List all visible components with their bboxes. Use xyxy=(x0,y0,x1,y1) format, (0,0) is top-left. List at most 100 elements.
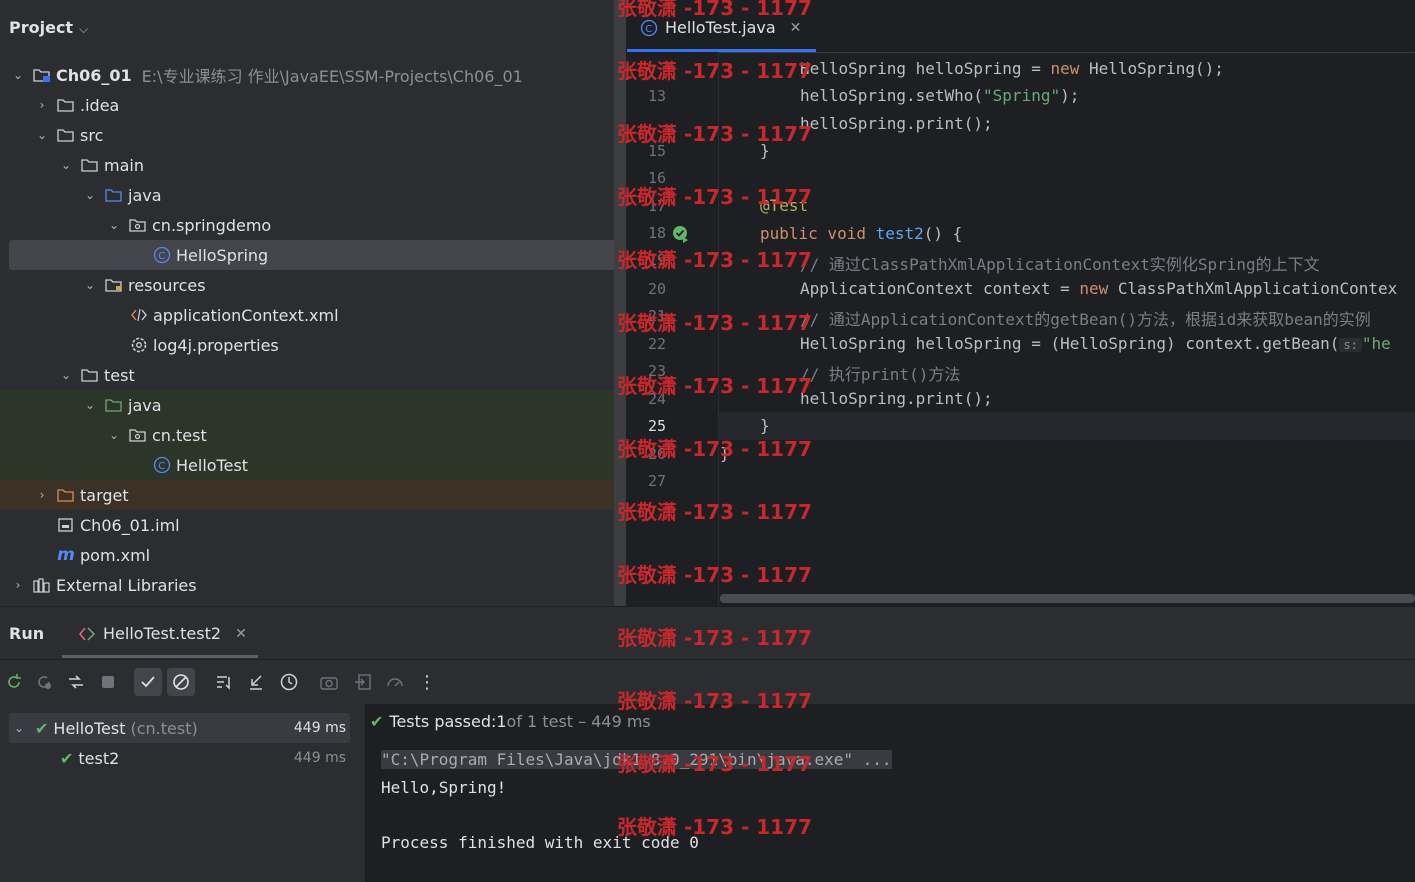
tree-row-main-java[interactable]: ⌄ java xyxy=(0,180,614,210)
code-comment: // 通过ApplicationContext的getBean()方法，根据id… xyxy=(800,310,1371,329)
tree-label: test xyxy=(104,365,135,385)
history-icon[interactable] xyxy=(275,668,303,696)
tree-row-cn-springdemo[interactable]: ⌄ cn.springdemo xyxy=(0,210,614,240)
chevron-right-icon: › xyxy=(15,578,21,592)
test-row-hellotest[interactable]: ⌄ ✔ HelloTest (cn.test) 449 ms xyxy=(9,713,350,743)
library-icon xyxy=(33,576,51,594)
tree-row-applicationcontext[interactable]: applicationContext.xml xyxy=(0,300,614,330)
test-config-icon xyxy=(78,626,96,642)
tree-row-log4j[interactable]: log4j.properties xyxy=(0,330,614,360)
watermark: 张敬潇 -173 - 1177 xyxy=(617,689,812,713)
watermark: 张敬潇 -173 - 1177 xyxy=(617,437,812,461)
resources-folder-icon xyxy=(105,276,123,294)
watermark: 张敬潇 -173 - 1177 xyxy=(617,626,812,650)
watermark: 张敬潇 -173 - 1177 xyxy=(617,374,812,398)
tree-row-root[interactable]: ⌄ Ch06_01 E:\专业课练习 作业\JavaEE\SSM-Project… xyxy=(0,60,614,90)
collapse-icon[interactable] xyxy=(242,668,270,696)
svg-text:C: C xyxy=(645,24,652,35)
tree-label: applicationContext.xml xyxy=(153,305,339,325)
tree-label: cn.test xyxy=(152,425,207,445)
class-icon: C xyxy=(153,456,171,474)
rerun-icon[interactable] xyxy=(0,668,28,696)
watermark: 张敬潇 -173 - 1177 xyxy=(617,500,812,524)
watermark: 张敬潇 -173 - 1177 xyxy=(617,815,812,839)
watermark: 张敬潇 -173 - 1177 xyxy=(617,185,812,209)
coverage-icon[interactable] xyxy=(381,668,409,696)
chevron-right-icon: › xyxy=(39,488,45,502)
sort-icon[interactable] xyxy=(210,668,238,696)
run-title: Run xyxy=(9,624,45,643)
tree-row-idea[interactable]: › .idea xyxy=(0,90,614,120)
chevron-down-icon: ⌄ xyxy=(12,68,24,82)
test-name: HelloTest xyxy=(53,718,126,738)
show-ignored-icon[interactable] xyxy=(167,668,195,696)
tree-row-hellospring[interactable]: C HelloSpring xyxy=(9,240,614,270)
excluded-folder-icon xyxy=(57,486,75,504)
chevron-down-icon: ⌄ xyxy=(108,428,120,442)
console-output[interactable]: ✔ Tests passed: 1 of 1 test – 449 ms "C:… xyxy=(366,704,1415,882)
toggle-auto-test-icon[interactable] xyxy=(62,668,90,696)
watermark: 张敬潇 -173 - 1177 xyxy=(617,122,812,146)
camera-icon[interactable] xyxy=(315,668,343,696)
tree-label: Ch06_01.iml xyxy=(80,515,180,535)
import-icon[interactable] xyxy=(349,668,377,696)
chevron-down-icon: ⌄ xyxy=(84,278,96,292)
check-icon: ✔ xyxy=(60,748,74,768)
tree-row-test-java[interactable]: ⌄ java xyxy=(0,390,614,420)
close-icon[interactable]: ✕ xyxy=(235,626,247,642)
test-package: (cn.test) xyxy=(130,718,198,738)
more-options-icon[interactable]: ⋮ xyxy=(413,668,441,696)
chevron-down-icon: ⌄ xyxy=(13,721,25,735)
watermark: 张敬潇 -173 - 1177 xyxy=(617,563,812,587)
tree-row-external-libraries[interactable]: › External Libraries xyxy=(0,570,614,600)
package-icon xyxy=(129,216,147,234)
tree-label: log4j.properties xyxy=(153,335,279,355)
tree-label: main xyxy=(104,155,144,175)
watermark: 张敬潇 -173 - 1177 xyxy=(617,311,812,335)
chevron-down-icon: ⌄ xyxy=(36,128,48,142)
tree-label: target xyxy=(80,485,129,505)
project-header[interactable]: Project ⌵ xyxy=(9,18,88,37)
run-tab-hellotest-test2[interactable]: HelloTest.test2 ✕ xyxy=(78,624,247,643)
test-row-test2[interactable]: ✔ test2 449 ms xyxy=(9,743,350,773)
watermark: 张敬潇 -173 - 1177 xyxy=(617,248,812,272)
tree-label: Ch06_01 xyxy=(56,65,132,85)
chevron-right-icon: › xyxy=(39,98,45,112)
line-number: 13 xyxy=(648,87,667,105)
maven-icon: m xyxy=(57,545,75,565)
code-comment: // 执行print()方法 xyxy=(800,365,961,384)
test-time: 449 ms xyxy=(293,720,346,736)
code-comment: // 通过ClassPathXmlApplicationContext实例化Sp… xyxy=(800,255,1320,274)
code-line: helloSpring.setWho("Spring"); xyxy=(800,86,1080,105)
class-icon: C xyxy=(153,246,171,264)
show-passed-icon[interactable] xyxy=(134,668,162,696)
xml-file-icon xyxy=(130,306,148,324)
tree-row-resources[interactable]: ⌄ resources xyxy=(0,270,614,300)
horizontal-scrollbar[interactable] xyxy=(720,594,1415,603)
tree-label: java xyxy=(128,395,162,415)
close-icon[interactable]: ✕ xyxy=(790,20,802,36)
project-panel: Project ⌵ ⌄ Ch06_01 E:\专业课练习 作业\JavaEE\SS… xyxy=(0,0,614,606)
tree-row-test[interactable]: ⌄ test xyxy=(0,360,614,390)
watermark: 张敬潇 -173 - 1177 xyxy=(617,752,812,776)
rerun-failed-icon[interactable] xyxy=(30,668,58,696)
code-line: ApplicationContext context = new ClassPa… xyxy=(800,279,1398,298)
chevron-down-icon: ⌄ xyxy=(84,398,96,412)
stop-icon[interactable] xyxy=(94,668,122,696)
tree-row-hellotest[interactable]: C HelloTest xyxy=(0,450,614,480)
tree-row-main[interactable]: ⌄ main xyxy=(0,150,614,180)
chevron-down-icon: ⌄ xyxy=(108,218,120,232)
tree-row-src[interactable]: ⌄ src xyxy=(0,120,614,150)
tree-row-target[interactable]: › target xyxy=(0,480,614,510)
module-file-icon xyxy=(57,516,75,534)
tree-row-iml[interactable]: Ch06_01.iml xyxy=(0,510,614,540)
code-line: helloSpring.print(); xyxy=(800,389,993,408)
folder-icon xyxy=(81,156,99,174)
test-tree: ⌄ ✔ HelloTest (cn.test) 449 ms ✔ test2 4… xyxy=(0,704,366,882)
tree-row-pom[interactable]: m pom.xml xyxy=(0,540,614,570)
run-tab-underline xyxy=(62,655,258,658)
test-time: 449 ms xyxy=(293,750,346,766)
code-line: HelloSpring helloSpring = (HelloSpring) … xyxy=(800,334,1391,353)
module-folder-icon xyxy=(33,66,51,84)
tree-row-cn-test[interactable]: ⌄ cn.test xyxy=(0,420,614,450)
